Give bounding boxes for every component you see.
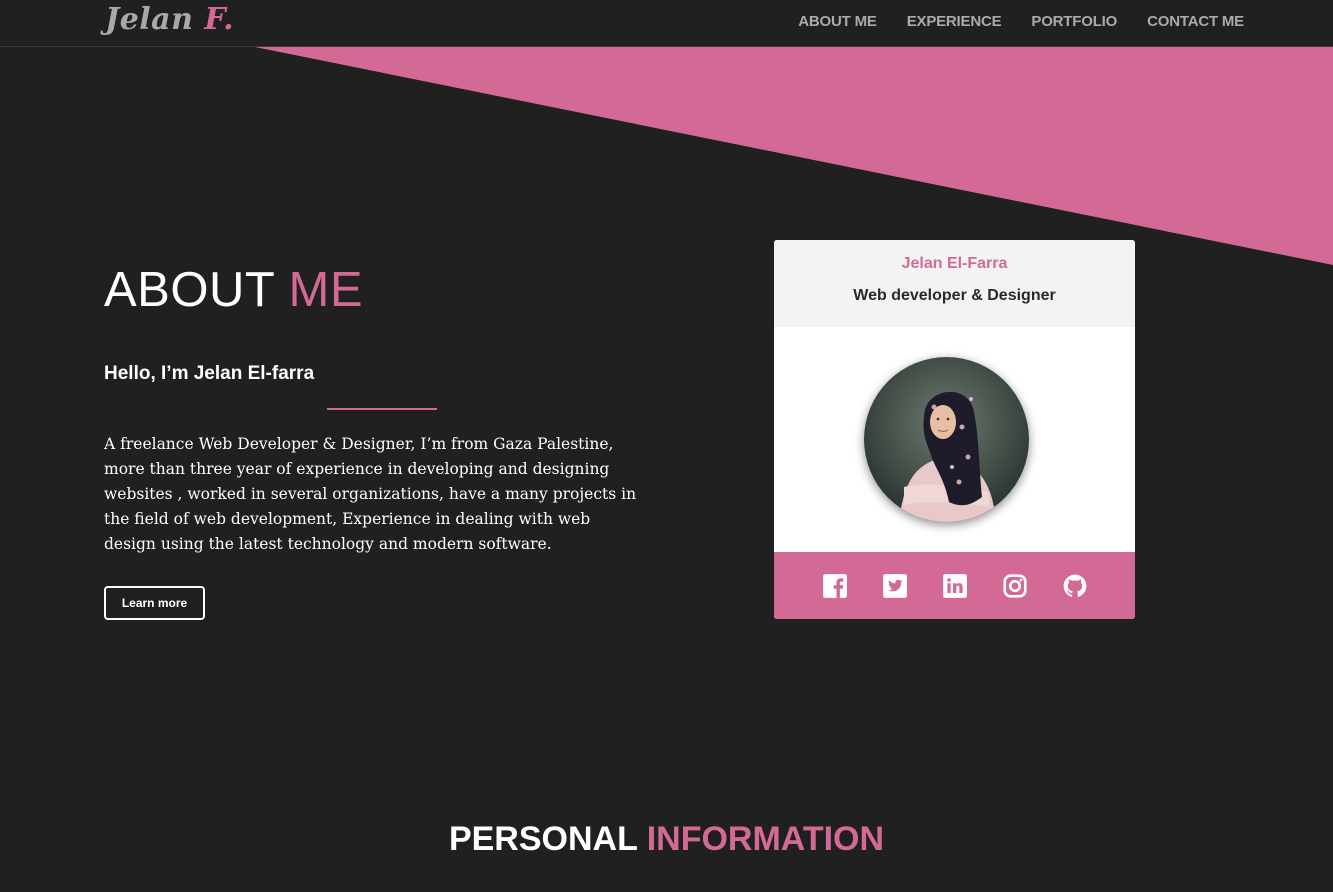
- about-title-pink: ME: [288, 263, 364, 317]
- personal-information-title: PERSONAL INFORMATION: [0, 820, 1333, 859]
- card-photo-area: [774, 327, 1135, 552]
- main-nav: ABOUT ME EXPERIENCE PORTFOLIO CONTACT ME: [798, 13, 1244, 30]
- nav-about-me[interactable]: ABOUT ME: [798, 13, 877, 30]
- github-icon[interactable]: [1062, 573, 1088, 599]
- instagram-icon[interactable]: [1002, 573, 1028, 599]
- nav-contact-me[interactable]: CONTACT ME: [1147, 13, 1244, 30]
- social-links-bar: [774, 552, 1135, 619]
- about-title-white: ABOUT: [104, 263, 289, 317]
- navbar: Jelan F. ABOUT ME EXPERIENCE PORTFOLIO C…: [0, 0, 1333, 47]
- twitter-icon[interactable]: [882, 573, 908, 599]
- linkedin-icon[interactable]: [942, 573, 968, 599]
- site-logo[interactable]: Jelan F.: [105, 2, 234, 37]
- avatar: [864, 357, 1029, 522]
- nav-portfolio[interactable]: PORTFOLIO: [1031, 13, 1117, 30]
- card-header: Jelan El-Farra Web developer & Designer: [774, 240, 1135, 327]
- learn-more-button[interactable]: Learn more: [104, 586, 205, 620]
- about-title: ABOUT ME: [104, 262, 363, 318]
- pink-divider: [327, 408, 437, 410]
- avatar-photo: [864, 357, 1029, 522]
- page: Jelan F. ABOUT ME EXPERIENCE PORTFOLIO C…: [0, 0, 1333, 892]
- intro-paragraph: A freelance Web Developer & Designer, I’…: [104, 435, 637, 553]
- greeting-heading: Hello, I’m Jelan El-farra: [104, 363, 315, 384]
- personal-title-white: PERSONAL: [448, 820, 647, 858]
- logo-initial: F.: [204, 2, 235, 37]
- profile-card: Jelan El-Farra Web developer & Designer: [774, 240, 1135, 619]
- logo-name: Jelan: [105, 2, 205, 37]
- card-name: Jelan El-Farra: [901, 255, 1008, 272]
- facebook-icon[interactable]: [822, 573, 848, 599]
- card-role: Web developer & Designer: [853, 287, 1056, 304]
- nav-experience[interactable]: EXPERIENCE: [907, 13, 1002, 30]
- personal-title-pink: INFORMATION: [646, 820, 885, 858]
